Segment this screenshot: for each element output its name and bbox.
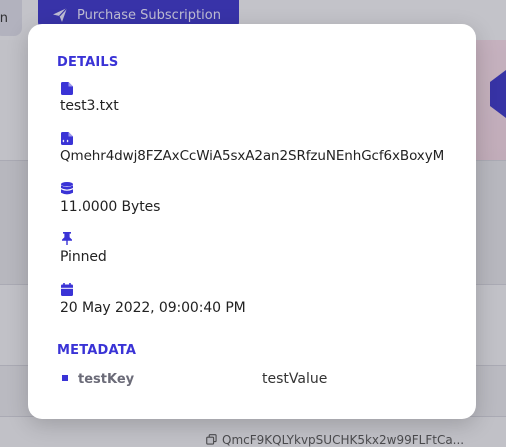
- metadata-row: testKey testValue: [62, 370, 462, 390]
- details-heading: DETAILS: [57, 55, 119, 70]
- metadata-heading: METADATA: [57, 343, 137, 358]
- file-details-modal: DETAILS test3.txt Qmehr4dwj8FZAxCcWiA5sx…: [28, 24, 476, 419]
- upload-date: 20 May 2022, 09:00:40 PM: [60, 300, 246, 316]
- bullet-icon: [62, 375, 68, 381]
- file-code-icon: [61, 132, 73, 145]
- file-cid: Qmehr4dwj8FZAxCcWiA5sxA2an2SRfzuNEnhGcf6…: [60, 148, 445, 164]
- metadata-key: testKey: [78, 372, 135, 387]
- file-icon: [61, 82, 73, 95]
- database-icon: [61, 182, 73, 195]
- file-name: test3.txt: [60, 98, 119, 114]
- calendar-icon: [61, 283, 73, 296]
- pin-status: Pinned: [60, 249, 107, 265]
- metadata-value: testValue: [262, 371, 328, 387]
- pin-icon: [61, 232, 73, 245]
- file-size: 11.0000 Bytes: [60, 199, 161, 215]
